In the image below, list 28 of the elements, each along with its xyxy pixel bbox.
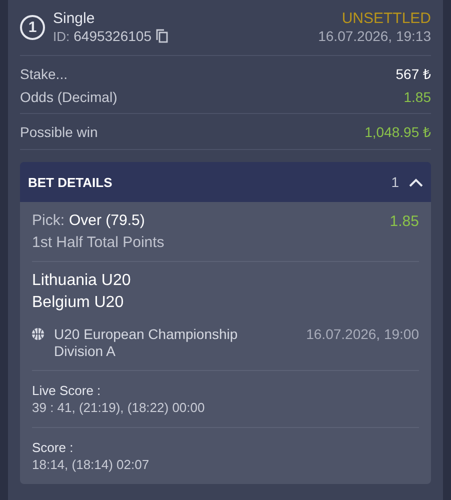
possible-win-label: Possible win bbox=[20, 124, 98, 140]
team-name: Lithuania U20 bbox=[32, 272, 132, 290]
team-name: Belgium U20 bbox=[32, 294, 125, 312]
summary-label: Odds (Decimal) bbox=[20, 89, 118, 105]
copy-icon[interactable] bbox=[156, 29, 168, 43]
pick-value: Over (79.5) bbox=[68, 212, 145, 229]
bet-details-header[interactable]: BET DETAILS 1 bbox=[20, 162, 431, 202]
score-label: Live Score : bbox=[32, 382, 102, 398]
bet-number-badge: 1 bbox=[20, 14, 45, 40]
bet-date: 16.07.2026, 19:13 bbox=[318, 28, 431, 44]
possible-win-value: 1,048.95 ₺ bbox=[364, 123, 431, 141]
summary-label: Stake... bbox=[20, 66, 68, 82]
event-start: 16.07.2026, 19:00 bbox=[306, 326, 419, 342]
score-value: 18:14, (18:14) 02:07 bbox=[32, 456, 150, 472]
summary-value: 1.85 bbox=[404, 89, 431, 105]
bet-type: Single bbox=[53, 10, 96, 27]
summary-value: 567 ₺ bbox=[396, 65, 431, 83]
score-label: Score : bbox=[32, 440, 74, 455]
chevron-up-icon bbox=[409, 178, 423, 186]
bet-id: 6495326105 bbox=[74, 28, 152, 44]
pick-label: Pick: bbox=[32, 212, 65, 229]
market-name: 1st Half Total Points bbox=[32, 234, 166, 251]
competition-name: U20 European Championship Division A bbox=[54, 326, 239, 360]
score-value: 39 : 41, (21:19), (18:22) 00:00 bbox=[32, 400, 206, 415]
basketball-icon bbox=[32, 328, 44, 340]
pick-odds: 1.85 bbox=[390, 212, 419, 230]
bet-id-label: ID: bbox=[53, 28, 70, 44]
bet-status: UNSETTLED bbox=[342, 10, 431, 27]
